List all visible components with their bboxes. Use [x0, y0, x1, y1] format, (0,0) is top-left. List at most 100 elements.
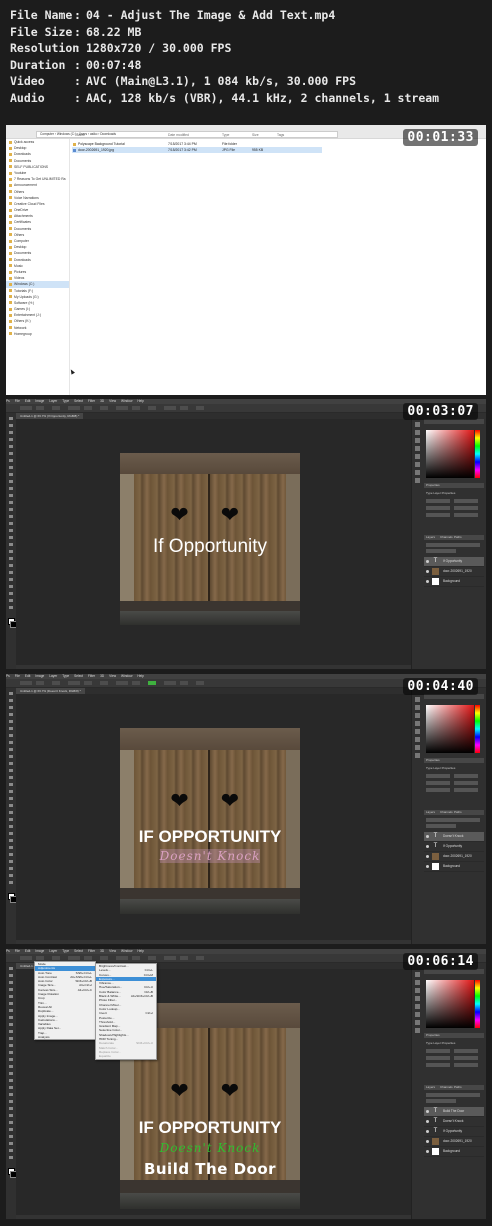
- menu-item[interactable]: 3D: [100, 399, 104, 403]
- option-control[interactable]: [52, 956, 60, 960]
- tool-icon[interactable]: [9, 720, 13, 723]
- tool-icon[interactable]: [9, 473, 13, 476]
- tool-icon[interactable]: [9, 776, 13, 779]
- property-field[interactable]: [454, 788, 478, 792]
- panel-icon[interactable]: [415, 446, 420, 451]
- panel-icon[interactable]: [415, 430, 420, 435]
- tool-icon[interactable]: [9, 1023, 13, 1026]
- panel-icon[interactable]: [415, 721, 420, 726]
- tool-icon[interactable]: [9, 1107, 13, 1110]
- panel-icon[interactable]: [415, 454, 420, 459]
- tool-icon[interactable]: [9, 522, 13, 525]
- menu-item[interactable]: Edit: [25, 399, 31, 403]
- layers-tab[interactable]: Paths: [454, 810, 462, 815]
- property-field[interactable]: [426, 1063, 450, 1067]
- layer-row[interactable]: T Build The Door: [424, 1107, 484, 1117]
- option-control[interactable]: [84, 406, 92, 410]
- panel-icon[interactable]: [415, 1020, 420, 1025]
- panel-icon[interactable]: [415, 737, 420, 742]
- tool-icon[interactable]: [9, 508, 13, 511]
- option-control[interactable]: [116, 406, 128, 410]
- file-row[interactable]: door-2002691_1920.jpg 7/15/2017 3:42 PM JP…: [72, 147, 322, 153]
- menu-item[interactable]: Help: [137, 674, 144, 678]
- layer-row[interactable]: T If Opportunity: [424, 557, 484, 567]
- tool-icon[interactable]: [9, 1135, 13, 1138]
- layer-row[interactable]: T If Opportunity: [424, 842, 484, 852]
- tool-icon[interactable]: [9, 1044, 13, 1047]
- column-header[interactable]: Name: [76, 133, 85, 137]
- option-control[interactable]: [132, 406, 140, 410]
- column-header[interactable]: Size: [252, 133, 259, 137]
- color-picker[interactable]: [426, 980, 474, 1028]
- menu-item[interactable]: Layer: [49, 949, 57, 953]
- menu-item[interactable]: Image: [35, 399, 44, 403]
- layers-tab[interactable]: Paths: [454, 1085, 462, 1090]
- tool-icon[interactable]: [9, 606, 13, 609]
- tool-icon[interactable]: [9, 585, 13, 588]
- menu-item[interactable]: Type: [62, 674, 69, 678]
- tool-icon[interactable]: [9, 466, 13, 469]
- menu-item[interactable]: View: [109, 399, 116, 403]
- hue-slider[interactable]: [475, 980, 480, 1028]
- panel-icon[interactable]: [415, 753, 420, 758]
- menu-item[interactable]: Equalize: [96, 1054, 156, 1058]
- option-control[interactable]: [84, 956, 92, 960]
- property-field[interactable]: [454, 781, 478, 785]
- color-picker[interactable]: [426, 430, 474, 478]
- option-control[interactable]: [164, 681, 176, 685]
- menu-item[interactable]: Edit: [25, 674, 31, 678]
- tool-icon[interactable]: [9, 713, 13, 716]
- option-control[interactable]: [52, 406, 60, 410]
- panel-icon[interactable]: [415, 422, 420, 427]
- menu-item[interactable]: Select: [74, 949, 83, 953]
- property-field[interactable]: [426, 774, 450, 778]
- panel-icon[interactable]: [415, 1028, 420, 1033]
- tool-icon[interactable]: [9, 557, 13, 560]
- tool-icon[interactable]: [9, 1002, 13, 1005]
- tool-icon[interactable]: [9, 1086, 13, 1089]
- menu-item[interactable]: 3D: [100, 674, 104, 678]
- menu-item[interactable]: Select: [74, 399, 83, 403]
- tool-icon[interactable]: [9, 692, 13, 695]
- layer-row[interactable]: door-2002691_1920: [424, 567, 484, 577]
- visibility-eye-icon[interactable]: [426, 845, 429, 848]
- tool-icon[interactable]: [9, 487, 13, 490]
- tool-icon[interactable]: [9, 811, 13, 814]
- property-field[interactable]: [426, 499, 450, 503]
- tool-icon[interactable]: [9, 769, 13, 772]
- visibility-eye-icon[interactable]: [426, 865, 429, 868]
- panel-icon[interactable]: [415, 478, 420, 483]
- menu-item[interactable]: Window: [121, 399, 132, 403]
- option-control[interactable]: [116, 681, 128, 685]
- layers-tab[interactable]: Channels: [440, 810, 453, 815]
- layer-row[interactable]: Background: [424, 577, 484, 587]
- layers-tab[interactable]: Layers: [426, 535, 435, 540]
- panel-icon[interactable]: [415, 980, 420, 985]
- layers-tab[interactable]: Layers: [426, 1085, 435, 1090]
- tool-icon[interactable]: [9, 536, 13, 539]
- property-field[interactable]: [454, 506, 478, 510]
- property-field[interactable]: [454, 1063, 478, 1067]
- tool-icon[interactable]: [9, 1016, 13, 1019]
- tool-icon[interactable]: [9, 825, 13, 828]
- tool-icon[interactable]: [9, 599, 13, 602]
- tool-icon[interactable]: [9, 981, 13, 984]
- menu-item[interactable]: Image: [35, 674, 44, 678]
- layers-tab[interactable]: Channels: [440, 535, 453, 540]
- menu-item[interactable]: Type: [62, 949, 69, 953]
- option-control[interactable]: [164, 956, 176, 960]
- menu-item[interactable]: Edit: [25, 949, 31, 953]
- menu-item[interactable]: Ps: [6, 949, 10, 953]
- panel-icon[interactable]: [415, 988, 420, 993]
- menu-item[interactable]: Type: [62, 399, 69, 403]
- tool-icon[interactable]: [9, 417, 13, 420]
- tool-icon[interactable]: [9, 1128, 13, 1131]
- tool-icon[interactable]: [9, 1072, 13, 1075]
- property-field[interactable]: [454, 1056, 478, 1060]
- option-control[interactable]: [68, 406, 80, 410]
- tool-icon[interactable]: [9, 1037, 13, 1040]
- layers-tab[interactable]: Channels: [440, 1085, 453, 1090]
- option-control[interactable]: [36, 406, 44, 410]
- tool-icon[interactable]: [9, 1121, 13, 1124]
- tool-icon[interactable]: [9, 515, 13, 518]
